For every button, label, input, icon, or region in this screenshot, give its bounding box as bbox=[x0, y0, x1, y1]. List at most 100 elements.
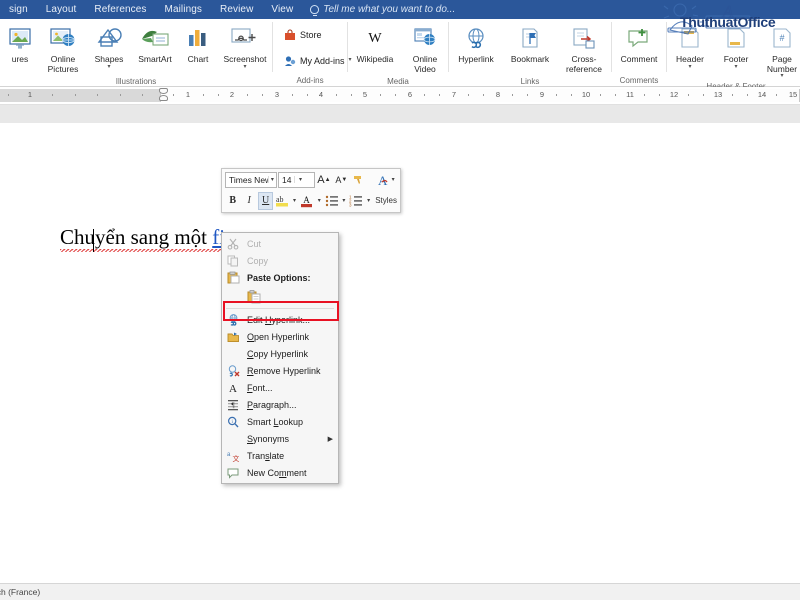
tab-view[interactable]: View bbox=[262, 0, 302, 19]
ribbon-button-header[interactable]: Header ▾ bbox=[667, 22, 713, 72]
numbering-icon[interactable]: 1 2 3 bbox=[349, 192, 364, 210]
ribbon-button-label: Hyperlink bbox=[458, 55, 493, 65]
font-size-combo[interactable]: 14 ▾ bbox=[278, 172, 315, 188]
tab-mailings[interactable]: Mailings bbox=[156, 0, 211, 19]
ribbon-button-smartart[interactable]: SmartArt bbox=[132, 22, 178, 67]
ribbon-group-label: Comments bbox=[612, 75, 666, 87]
online-pictures-icon bbox=[49, 24, 77, 54]
chevron-down-icon[interactable]: ▾ bbox=[316, 197, 323, 204]
ruler-tick-label: 9 bbox=[540, 90, 544, 99]
context-menu-item-label: Open Hyperlink bbox=[247, 332, 309, 342]
chevron-down-icon[interactable]: ▾ bbox=[294, 176, 305, 183]
paragraph-icon: ¶ bbox=[226, 398, 240, 411]
context-menu-item-copy-hyperlink[interactable]: Copy Hyperlink bbox=[222, 345, 338, 362]
font-a-icon: A bbox=[226, 381, 240, 394]
chevron-down-icon[interactable]: ▾ bbox=[734, 65, 737, 70]
ribbon-button-cross-reference[interactable]: Cross-reference bbox=[557, 22, 611, 76]
ruler-tick-label: 6 bbox=[408, 90, 412, 99]
context-menu-item-edit-hyperlink[interactable]: Edit Hyperlink... bbox=[222, 311, 338, 328]
paste-keep-source-formatting-icon[interactable] bbox=[247, 289, 261, 304]
ribbon: ures bbox=[0, 19, 800, 87]
ribbon-button-comment[interactable]: Comment bbox=[612, 22, 666, 67]
context-menu-item-font[interactable]: A Font... bbox=[222, 379, 338, 396]
styles-label[interactable]: Styles bbox=[375, 196, 397, 205]
ribbon-button-store[interactable]: Store bbox=[279, 25, 327, 44]
status-bar-language[interactable]: nch (France) bbox=[0, 587, 40, 597]
context-menu-item-label: Synonyms bbox=[247, 434, 289, 444]
chevron-down-icon[interactable]: ▾ bbox=[340, 197, 347, 204]
context-menu-item-new-comment[interactable]: New Comment bbox=[222, 464, 338, 481]
ribbon-group-comments: Comment Comments bbox=[612, 19, 666, 87]
chevron-down-icon[interactable]: ▾ bbox=[291, 197, 298, 204]
styles-button[interactable]: A bbox=[372, 171, 388, 189]
chevron-down-icon[interactable]: ▾ bbox=[107, 65, 110, 70]
shrink-font-button[interactable]: A▼ bbox=[333, 171, 349, 189]
header-icon bbox=[679, 24, 701, 54]
context-menu-item-smart-lookup[interactable]: i Smart Lookup bbox=[222, 413, 338, 430]
store-icon bbox=[284, 29, 296, 41]
shapes-icon bbox=[95, 24, 123, 54]
ribbon-button-hyperlink[interactable]: Hyperlink bbox=[449, 22, 503, 67]
first-line-indent-marker[interactable] bbox=[159, 88, 168, 94]
grow-font-label: A bbox=[317, 174, 324, 186]
chevron-down-icon[interactable]: ▾ bbox=[688, 65, 691, 70]
tell-me-box[interactable]: Tell me what you want to do... bbox=[310, 4, 455, 15]
context-menu-item-translate[interactable]: a 文 Translate bbox=[222, 447, 338, 464]
chevron-down-icon[interactable]: ▾ bbox=[389, 176, 397, 183]
status-bar: nch (France) bbox=[0, 583, 800, 600]
chevron-down-icon[interactable]: ▾ bbox=[268, 176, 276, 183]
scissors-icon bbox=[226, 237, 240, 250]
mini-formatting-toolbar[interactable]: Times New F ▾ 14 ▾ A▲ A▼ A bbox=[221, 168, 401, 213]
ribbon-button-online-video[interactable]: Online Video bbox=[402, 22, 448, 76]
tab-review[interactable]: Review bbox=[211, 0, 262, 19]
bold-button[interactable]: B bbox=[225, 192, 240, 210]
ribbon-button-label: Chart bbox=[188, 55, 209, 65]
context-menu-item-copy: Copy bbox=[222, 252, 338, 269]
ribbon-button-footer[interactable]: Footer ▾ bbox=[713, 22, 759, 72]
ribbon-button-wikipedia[interactable]: W Wikipedia bbox=[348, 22, 402, 67]
tell-me-placeholder: Tell me what you want to do... bbox=[323, 4, 455, 15]
ribbon-button-my-add-ins[interactable]: My Add-ins ▾ bbox=[279, 51, 357, 70]
context-menu-item-synonyms[interactable]: Synonyms ▶ bbox=[222, 430, 338, 447]
highlight-icon[interactable]: ab bbox=[274, 192, 289, 210]
ribbon-button-label: ures bbox=[12, 55, 29, 65]
ribbon-button-page-number[interactable]: # Page Number ▾ bbox=[759, 22, 800, 81]
ribbon-button-label: My Add-ins bbox=[300, 56, 345, 66]
ribbon-button-chart[interactable]: Chart bbox=[178, 22, 218, 67]
chevron-down-icon[interactable]: ▾ bbox=[780, 74, 783, 79]
bullets-icon[interactable] bbox=[324, 192, 339, 210]
ribbon-button-label: SmartArt bbox=[138, 55, 172, 65]
chevron-down-icon[interactable]: ▾ bbox=[243, 65, 246, 70]
tab-design-truncated[interactable]: sign bbox=[0, 0, 37, 19]
font-color-button[interactable]: A bbox=[299, 192, 314, 210]
ribbon-button-pictures[interactable]: ures bbox=[0, 22, 40, 67]
document-paragraph[interactable]: Chuyển sang một fi bbox=[60, 225, 225, 250]
context-menu-item-paste-options: Paste Options: bbox=[222, 269, 338, 286]
ribbon-group-header-footer: Header ▾ Footer ▾ bbox=[667, 19, 800, 87]
tab-references[interactable]: References bbox=[85, 0, 155, 19]
context-menu-item-remove-hyperlink[interactable]: Remove Hyperlink bbox=[222, 362, 338, 379]
italic-button[interactable]: I bbox=[241, 192, 256, 210]
tab-layout[interactable]: Layout bbox=[37, 0, 86, 19]
ribbon-group-label: Add-ins bbox=[273, 75, 347, 87]
ribbon-button-bookmark[interactable]: Bookmark bbox=[503, 22, 557, 67]
hanging-indent-marker[interactable] bbox=[159, 95, 168, 101]
font-name-combo[interactable]: Times New F ▾ bbox=[225, 172, 277, 188]
footer-icon bbox=[725, 24, 747, 54]
underline-button[interactable]: U bbox=[258, 192, 274, 210]
grow-font-button[interactable]: A▲ bbox=[316, 171, 332, 189]
context-menu-item-open-hyperlink[interactable]: Open Hyperlink bbox=[222, 328, 338, 345]
ribbon-button-online-pictures[interactable]: Online Pictures bbox=[40, 22, 86, 76]
ribbon-button-screenshot[interactable]: Screenshot ▾ bbox=[218, 22, 272, 72]
format-painter-icon[interactable] bbox=[351, 171, 367, 189]
ribbon-button-shapes[interactable]: Shapes ▾ bbox=[86, 22, 132, 72]
ribbon-group-media: W Wikipedia bbox=[348, 19, 448, 87]
ruler[interactable]: 1 1 2 3 4 5 6 7 8 9 10 11 12 13 14 15 bbox=[0, 87, 800, 105]
hyperlink-icon bbox=[463, 24, 489, 54]
context-menu[interactable]: Cut Copy Paste Options: bbox=[221, 232, 339, 484]
chevron-down-icon[interactable]: ▾ bbox=[365, 197, 372, 204]
ruler-tick-label: 5 bbox=[363, 90, 367, 99]
smart-lookup-icon: i bbox=[226, 415, 240, 428]
ruler-tick-label: 15 bbox=[789, 90, 797, 99]
context-menu-item-paragraph[interactable]: ¶ Paragraph... bbox=[222, 396, 338, 413]
